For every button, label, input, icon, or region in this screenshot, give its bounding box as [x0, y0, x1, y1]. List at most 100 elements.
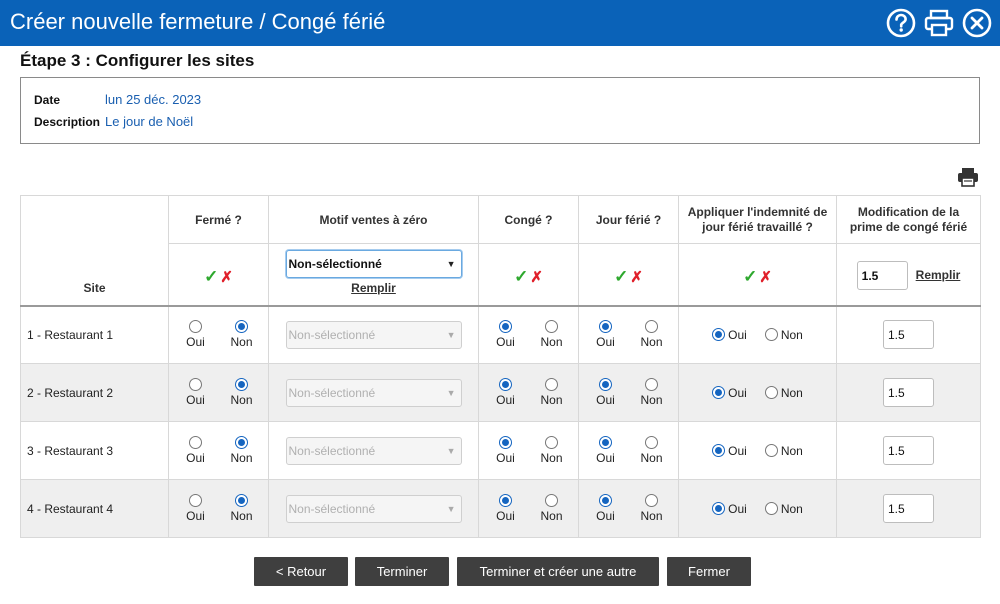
- indemnite-oui-radio[interactable]: Oui: [712, 502, 747, 516]
- jour-ferie-oui-radio[interactable]: Oui: [593, 320, 619, 349]
- radio-label-non: Non: [780, 327, 803, 342]
- jour-ferie-non-radio[interactable]: Non: [639, 436, 665, 465]
- ferme-oui-radio[interactable]: Oui: [183, 494, 209, 523]
- radio-button[interactable]: [235, 494, 248, 507]
- conge-radio-group: Oui Non: [479, 320, 578, 349]
- indemnite-oui-radio[interactable]: Oui: [712, 444, 747, 458]
- ferme-oui-radio[interactable]: Oui: [183, 378, 209, 407]
- prime-remplir-link[interactable]: Remplir: [916, 268, 961, 282]
- help-button[interactable]: [885, 7, 917, 39]
- conge-oui-radio[interactable]: Oui: [493, 436, 519, 465]
- conge-non-radio[interactable]: Non: [539, 320, 565, 349]
- close-button[interactable]: [961, 7, 993, 39]
- motif-select-value: Non-sélectionné: [288, 385, 376, 400]
- retour-button[interactable]: < Retour: [254, 557, 348, 586]
- jour-ferie-oui-radio[interactable]: Oui: [593, 494, 619, 523]
- fermer-button[interactable]: Fermer: [667, 557, 751, 586]
- indemnite-oui-radio[interactable]: Oui: [712, 328, 747, 342]
- jour-ferie-oui-radio[interactable]: Oui: [593, 436, 619, 465]
- radio-button[interactable]: [712, 328, 726, 342]
- motif-remplir-link[interactable]: Remplir: [351, 281, 396, 295]
- ferme-non-radio[interactable]: Non: [229, 378, 255, 407]
- terminer-creer-autre-button[interactable]: Terminer et créer une autre: [457, 557, 659, 586]
- conge-non-radio[interactable]: Non: [539, 378, 565, 407]
- radio-button[interactable]: [499, 378, 512, 391]
- radio-button[interactable]: [712, 386, 726, 399]
- conge-non-radio[interactable]: Non: [539, 436, 565, 465]
- prime-input[interactable]: 1.5: [883, 378, 934, 407]
- radio-button[interactable]: [645, 494, 658, 507]
- radio-button[interactable]: [599, 378, 612, 391]
- indemnite-non-radio[interactable]: Non: [764, 327, 803, 342]
- radio-label-oui: Oui: [186, 451, 205, 465]
- check-all-icon[interactable]: ✓: [743, 267, 757, 287]
- radio-button[interactable]: [545, 494, 558, 507]
- radio-button[interactable]: [764, 386, 778, 399]
- radio-button[interactable]: [599, 494, 612, 507]
- jour-ferie-non-radio[interactable]: Non: [639, 494, 665, 523]
- check-all-icon[interactable]: ✓: [204, 267, 218, 287]
- uncheck-all-icon[interactable]: ✗: [630, 268, 643, 286]
- check-all-icon[interactable]: ✓: [614, 267, 628, 287]
- radio-button[interactable]: [189, 436, 202, 449]
- ferme-oui-radio[interactable]: Oui: [183, 320, 209, 349]
- radio-button[interactable]: [545, 436, 558, 449]
- conge-radio-group: Oui Non: [479, 378, 578, 407]
- radio-button[interactable]: [189, 320, 202, 334]
- print-button[interactable]: [923, 7, 955, 39]
- conge-non-radio[interactable]: Non: [539, 494, 565, 523]
- radio-button[interactable]: [189, 494, 202, 507]
- chevron-down-icon: ▼: [446, 445, 456, 456]
- radio-button[interactable]: [235, 320, 248, 334]
- ferme-oui-radio[interactable]: Oui: [183, 436, 209, 465]
- uncheck-all-icon[interactable]: ✗: [530, 268, 543, 286]
- radio-button[interactable]: [235, 378, 248, 391]
- radio-button[interactable]: [645, 320, 658, 334]
- check-all-icon[interactable]: ✓: [514, 267, 528, 287]
- indemnite-oui-radio[interactable]: Oui: [712, 386, 747, 400]
- prime-input[interactable]: 1.5: [883, 494, 934, 523]
- radio-button[interactable]: [599, 436, 612, 449]
- radio-button[interactable]: [712, 502, 726, 515]
- indemnite-non-radio[interactable]: Non: [764, 502, 803, 516]
- radio-button[interactable]: [545, 378, 558, 391]
- uncheck-all-icon[interactable]: ✗: [759, 268, 772, 286]
- radio-button[interactable]: [189, 378, 202, 391]
- radio-button[interactable]: [764, 444, 778, 457]
- conge-oui-radio[interactable]: Oui: [493, 320, 519, 349]
- conge-bulk: ✓ ✗: [478, 243, 579, 306]
- print-table-button[interactable]: [957, 167, 979, 187]
- radio-button[interactable]: [645, 378, 658, 391]
- prime-bulk-input[interactable]: 1.5: [856, 260, 908, 290]
- radio-button[interactable]: [599, 320, 612, 334]
- radio-label-oui: Oui: [596, 451, 615, 465]
- motif-select-value: Non-sélectionné: [288, 501, 376, 516]
- ferme-non-radio[interactable]: Non: [229, 320, 255, 349]
- jour-ferie-non-radio[interactable]: Non: [639, 320, 665, 349]
- terminer-button[interactable]: Terminer: [355, 557, 449, 586]
- indemnite-non-radio[interactable]: Non: [764, 386, 803, 400]
- radio-button[interactable]: [499, 320, 512, 334]
- radio-button[interactable]: [545, 320, 558, 334]
- radio-button[interactable]: [645, 436, 658, 449]
- ferme-header: Fermé ?: [168, 195, 269, 244]
- prime-input[interactable]: 1.5: [883, 320, 934, 350]
- prime-input[interactable]: 1.5: [883, 436, 934, 465]
- radio-button[interactable]: [764, 502, 778, 515]
- indemnite-non-radio[interactable]: Non: [764, 444, 803, 458]
- motif-bulk-select[interactable]: Non-sélectionné ▼: [285, 249, 462, 278]
- radio-label-non: Non: [230, 393, 253, 407]
- jour-ferie-oui-radio[interactable]: Oui: [593, 378, 619, 407]
- radio-button[interactable]: [499, 436, 512, 449]
- radio-button[interactable]: [712, 444, 726, 457]
- radio-button[interactable]: [499, 494, 512, 507]
- ferme-non-radio[interactable]: Non: [229, 494, 255, 523]
- ferme-non-radio[interactable]: Non: [229, 436, 255, 465]
- radio-label-oui: Oui: [496, 509, 515, 523]
- uncheck-all-icon[interactable]: ✗: [220, 268, 233, 286]
- jour-ferie-non-radio[interactable]: Non: [639, 378, 665, 407]
- radio-button[interactable]: [764, 328, 778, 342]
- radio-button[interactable]: [235, 436, 248, 449]
- conge-oui-radio[interactable]: Oui: [493, 378, 519, 407]
- conge-oui-radio[interactable]: Oui: [493, 494, 519, 523]
